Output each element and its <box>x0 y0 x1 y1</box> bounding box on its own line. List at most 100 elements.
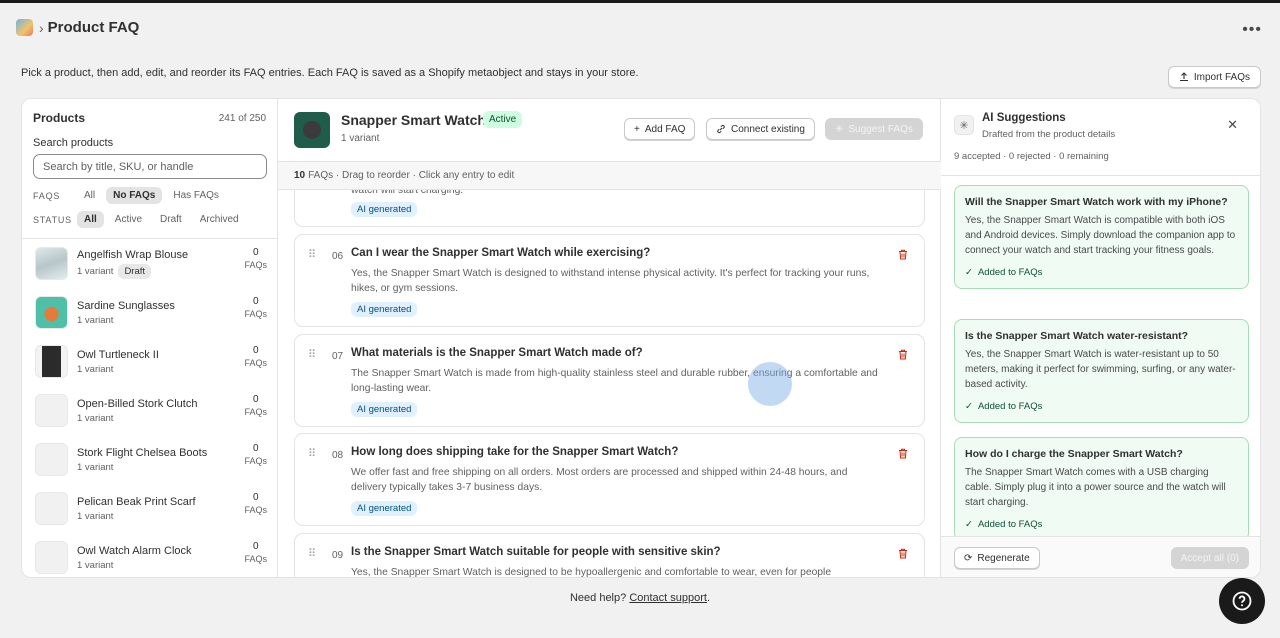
help-button[interactable] <box>1219 578 1265 624</box>
product-thumbnail <box>35 443 68 476</box>
close-icon[interactable]: ✕ <box>1227 117 1238 133</box>
faqs-filter-all[interactable]: All <box>77 187 102 204</box>
added-status: ✓ Added to FAQs <box>965 519 1043 530</box>
plus-icon: + <box>634 123 640 135</box>
add-faq-button[interactable]: + Add FAQ <box>624 118 696 140</box>
faq-card[interactable]: watch will start charging. AI generated <box>294 190 925 227</box>
drag-handle-icon[interactable]: ⠿ <box>308 348 316 361</box>
connect-existing-button[interactable]: Connect existing <box>706 118 815 140</box>
suggestion-list: Will the Snapper Smart Watch work with m… <box>941 176 1260 536</box>
faq-card[interactable]: ⠿ 08 How long does shipping take for the… <box>294 433 925 526</box>
drag-handle-icon[interactable]: ⠿ <box>308 447 316 460</box>
regenerate-button[interactable]: ⟳ Regenerate <box>954 547 1040 569</box>
app-icon[interactable] <box>16 19 33 36</box>
status-filter-active[interactable]: Active <box>108 211 149 228</box>
accept-all-button[interactable]: Accept all (0) <box>1170 547 1249 569</box>
help-text: Need help? <box>569 592 627 604</box>
ai-suggestions-panel: ✳ AI Suggestions Drafted from the produc… <box>941 99 1260 577</box>
suggestion-question: Is the Snapper Smart Watch water-resista… <box>965 330 1189 342</box>
status-filter-all[interactable]: All <box>77 211 104 228</box>
product-item[interactable]: Owl Turtleneck II 1 variant 0 FAQs <box>22 337 278 386</box>
faq-editor-column: Snapper Smart Watch Active 1 variant + A… <box>278 99 941 577</box>
product-thumbnail <box>35 345 68 378</box>
product-thumbnail <box>35 492 68 525</box>
faq-number: 06 <box>332 251 344 262</box>
faq-list: watch will start charging. AI generated … <box>278 190 941 577</box>
link-icon <box>717 124 725 134</box>
faq-card[interactable]: ⠿ 09 Is the Snapper Smart Watch suitable… <box>294 533 925 577</box>
product-item[interactable]: Owl Watch Alarm Clock 1 variant 0 FAQs <box>22 533 278 577</box>
trash-icon[interactable] <box>898 249 908 260</box>
product-variant: 1 variant <box>77 363 114 375</box>
product-title: Snapper Smart Watch <box>341 112 486 128</box>
import-faqs-button[interactable]: Import FAQs <box>1167 66 1261 88</box>
product-name: Owl Watch Alarm Clock <box>77 544 192 557</box>
ai-generated-tag: AI generated <box>351 202 418 217</box>
product-name: Sardine Sunglasses <box>77 299 175 312</box>
more-actions-icon[interactable]: ••• <box>1242 21 1262 39</box>
faq-question: Can I wear the Snapper Smart Watch while… <box>351 247 651 259</box>
product-name: Stork Flight Chelsea Boots <box>77 446 208 459</box>
product-item[interactable]: Angelfish Wrap Blouse 1 variant Draft 0 FA… <box>22 239 278 288</box>
suggestion-card[interactable]: Will the Snapper Smart Watch work with m… <box>954 185 1249 289</box>
status-filter-archived[interactable]: Archived <box>193 211 246 228</box>
added-status: ✓ Added to FAQs <box>965 401 1043 412</box>
faqs-filter: FAQS All No FAQs Has FAQs <box>33 187 226 204</box>
trash-icon[interactable] <box>898 349 908 360</box>
drag-handle-icon[interactable]: ⠿ <box>308 248 316 261</box>
main-panel: Products 241 of 250 Search products Sear… <box>21 98 1261 578</box>
breadcrumb-chevron-icon: › <box>39 19 44 36</box>
intro-text: Pick a product, then add, edit, and reor… <box>21 67 639 79</box>
drag-handle-icon[interactable]: ⠿ <box>308 547 316 560</box>
ai-panel-title: AI Suggestions <box>982 112 1066 124</box>
faqs-filter-has-faqs[interactable]: Has FAQs <box>166 187 226 204</box>
help-period: . <box>706 592 711 604</box>
faq-answer: The Snapper Smart Watch is made from hig… <box>351 368 878 394</box>
contact-support-link[interactable]: Contact support <box>629 592 707 604</box>
question-icon <box>1232 591 1252 611</box>
faq-card[interactable]: ⠿ 07 What materials is the Snapper Smart… <box>294 334 925 427</box>
cursor-indicator <box>748 362 792 406</box>
refresh-icon: ⟳ <box>964 552 973 564</box>
import-faqs-label: Import FAQs <box>1193 71 1250 83</box>
suggest-faqs-button[interactable]: ✳ Suggest FAQs <box>825 118 923 140</box>
product-name: Open-Billed Stork Clutch <box>77 397 198 410</box>
check-icon: ✓ <box>965 519 973 530</box>
top-bar: › Product FAQ ••• <box>0 0 1280 52</box>
trash-icon[interactable] <box>898 448 908 459</box>
suggestion-question: Will the Snapper Smart Watch work with m… <box>965 196 1228 208</box>
faqs-filter-no-faqs[interactable]: No FAQs <box>106 187 163 204</box>
product-thumbnail <box>294 112 330 148</box>
ai-panel-subtitle: Drafted from the product details <box>982 129 1116 140</box>
search-input[interactable]: Search by title, SKU, or handle <box>33 154 267 179</box>
status-filter-draft[interactable]: Draft <box>153 211 189 228</box>
faq-answer: Yes, the Snapper Smart Watch is designed… <box>351 268 870 294</box>
product-item[interactable]: Stork Flight Chelsea Boots 1 variant 0 FA… <box>22 435 278 484</box>
product-item[interactable]: Pelican Beak Print Scarf 1 variant 0 FAQs <box>22 484 278 533</box>
suggestion-card[interactable]: How do I charge the Snapper Smart Watch?… <box>954 437 1249 536</box>
products-column: Products 241 of 250 Search products Sear… <box>22 99 278 577</box>
product-thumbnail <box>35 247 68 280</box>
help-footer: Need help? Contact support. <box>0 592 1280 604</box>
ai-generated-tag: AI generated <box>351 302 418 317</box>
faq-toolbar-text: FAQs · Drag to reorder · Click any entry… <box>308 170 515 181</box>
trash-icon[interactable] <box>898 548 908 559</box>
status-badge: Active <box>483 111 523 128</box>
products-count: 241 of 250 <box>218 113 266 124</box>
faq-answer: watch will start charging. <box>351 190 464 196</box>
product-list: Angelfish Wrap Blouse 1 variant Draft 0 FA… <box>22 239 278 577</box>
products-title: Products <box>33 111 86 125</box>
status-badge: Draft <box>118 263 152 279</box>
product-thumbnail <box>35 296 68 329</box>
product-variant: 1 variant <box>77 412 114 424</box>
suggestion-card[interactable]: Is the Snapper Smart Watch water-resista… <box>954 319 1249 423</box>
product-item[interactable]: Open-Billed Stork Clutch 1 variant 0 FAQs <box>22 386 278 435</box>
product-item[interactable]: Sardine Sunglasses 1 variant 0 FAQs <box>22 288 278 337</box>
faq-count: 10 <box>294 170 306 181</box>
product-faq-count: 0 FAQs <box>244 443 267 466</box>
faq-number: 09 <box>332 550 344 561</box>
faq-card[interactable]: ⠿ 06 Can I wear the Snapper Smart Watch … <box>294 234 925 327</box>
product-faq-count: 0 FAQs <box>244 492 267 515</box>
faq-number: 08 <box>332 450 344 461</box>
ai-generated-tag: AI generated <box>351 501 418 516</box>
